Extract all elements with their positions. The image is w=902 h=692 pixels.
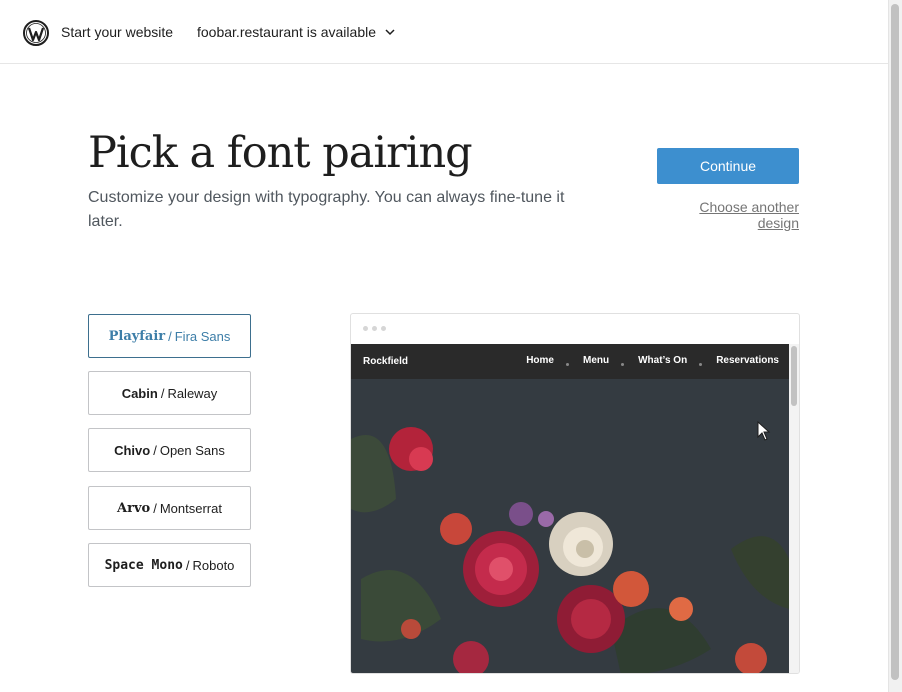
font-option-heading: Playfair xyxy=(108,328,166,344)
font-option-separator: / xyxy=(153,442,157,458)
font-option-body: Montserrat xyxy=(159,500,222,516)
font-option-playfair-fira-sans[interactable]: Playfair / Fira Sans xyxy=(88,314,251,358)
preview-nav: Home Menu What’s On Reservations xyxy=(512,355,779,366)
font-option-chivo-open-sans[interactable]: Chivo / Open Sans xyxy=(88,428,251,472)
font-option-separator: / xyxy=(160,385,165,401)
font-option-heading: Arvo xyxy=(117,500,151,516)
font-option-body: Fira Sans xyxy=(174,328,231,344)
preview-nav-home: Home xyxy=(526,355,554,366)
flowers-image xyxy=(351,427,789,673)
preview-scrollbar[interactable] xyxy=(789,344,799,673)
font-option-body: Raleway xyxy=(167,385,218,401)
page-scrollbar-thumb[interactable] xyxy=(891,4,899,680)
top-bar: Start your website foobar.restaurant is … xyxy=(0,0,888,64)
preview-site-name: Rockfield xyxy=(363,356,409,367)
domain-dropdown[interactable]: foobar.restaurant is available xyxy=(197,24,396,40)
browser-dots xyxy=(363,326,386,331)
font-option-heading: Chivo xyxy=(114,442,151,458)
page-subtitle: Customize your design with typography. Y… xyxy=(88,189,565,230)
continue-button[interactable]: Continue xyxy=(657,148,799,184)
font-option-separator: / xyxy=(185,557,190,573)
font-option-body: Open Sans xyxy=(159,442,225,458)
preview-nav-whats-on: What’s On xyxy=(638,355,688,366)
site-title: Start your website xyxy=(61,24,174,40)
font-option-body: Roboto xyxy=(192,557,235,573)
font-option-space-mono-roboto[interactable]: Space Mono / Roboto xyxy=(88,543,251,587)
font-option-separator: / xyxy=(168,328,172,344)
font-option-heading: Space Mono xyxy=(104,557,183,573)
preview-nav-reservations: Reservations xyxy=(716,355,779,366)
font-option-cabin-raleway[interactable]: Cabin / Raleway xyxy=(88,371,251,415)
preview-nav-menu: Menu xyxy=(583,355,610,366)
design-preview: Rockfield Home Menu What’s On Reservatio… xyxy=(350,313,800,674)
font-option-heading: Cabin xyxy=(121,385,158,401)
preview-hero-image xyxy=(351,379,789,673)
preview-site-header: Rockfield Home Menu What’s On Reservatio… xyxy=(351,344,789,379)
domain-label: foobar.restaurant is available xyxy=(197,24,376,40)
font-option-separator: / xyxy=(153,500,157,516)
chevron-down-icon xyxy=(385,29,395,36)
wordpress-logo-icon[interactable] xyxy=(23,20,49,46)
mouse-cursor-icon xyxy=(757,421,771,441)
choose-another-design-link[interactable]: Choose another design xyxy=(657,199,799,231)
font-option-arvo-montserrat[interactable]: Arvo / Montserrat xyxy=(88,486,251,530)
page-title: Pick a font pairing xyxy=(88,128,473,178)
